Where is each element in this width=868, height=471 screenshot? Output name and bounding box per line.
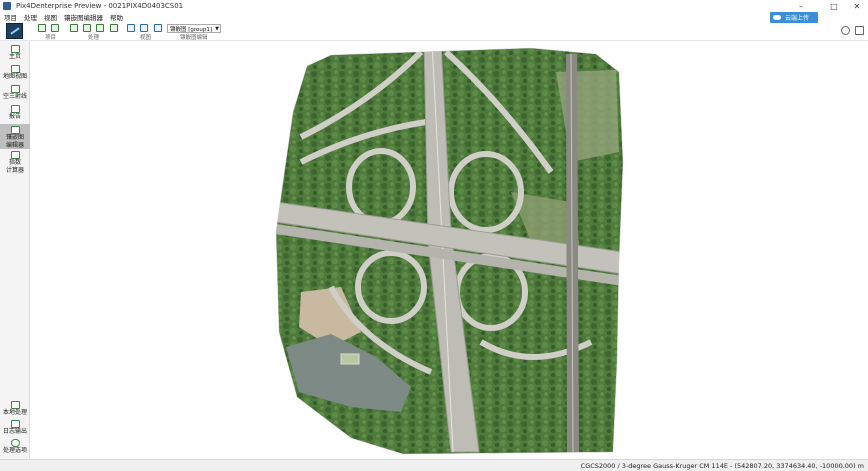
index-calculator-icon [10, 151, 20, 159]
process-step2-icon[interactable] [83, 24, 91, 32]
sidebar-item-index-calculator[interactable]: 指数 计算器 [0, 151, 30, 174]
zoom-out-icon[interactable] [140, 24, 148, 32]
log-output-icon [10, 420, 20, 428]
sidebar-item-label: 报告 [8, 113, 21, 120]
menu-help[interactable]: 帮助 [110, 12, 123, 22]
sidebar-item-map-view[interactable]: 地图视图 [0, 65, 30, 81]
mosaic-map-view[interactable] [31, 42, 868, 459]
mosaic-group-select[interactable]: 镶嵌图 [group1] ▼ [167, 24, 221, 33]
status-bar: CGCS2000 / 3-degree Gauss-Kruger CM 114E… [0, 459, 868, 471]
app-icon [3, 2, 11, 10]
zoom-fit-icon[interactable] [154, 24, 162, 32]
report-icon [10, 105, 20, 113]
sidebar-item-mosaic-editor[interactable]: 镶嵌图 编辑器 [0, 124, 30, 149]
sidebar-item-label: 指数 [8, 159, 21, 166]
title-bar: Pix4Denterprise Preview - 0021PIX4D0403C… [0, 0, 868, 12]
sidebar-item-label: 本地处理 [2, 409, 27, 416]
processing-options-icon [10, 439, 20, 447]
menu-process[interactable]: 处理 [24, 12, 37, 22]
close-button[interactable]: ✕ [846, 0, 868, 12]
mosaic-editor-icon [10, 126, 20, 134]
chevron-down-icon: ▼ [215, 26, 219, 32]
zoom-in-icon[interactable] [127, 24, 135, 32]
process-step1-icon[interactable] [70, 24, 78, 32]
minimize-button[interactable]: – [790, 0, 812, 12]
sidebar-item-label: 日志输出 [2, 428, 27, 435]
menu-bar: 项目 处理 视图 镶嵌图编辑器 帮助 [0, 12, 868, 22]
sidebar-item-label: 地图视图 [2, 73, 27, 80]
cloud-icon [773, 15, 781, 20]
process-step3-icon[interactable] [96, 24, 104, 32]
toolbar-group-process: 处理 [88, 35, 100, 41]
coordinate-readout: CGCS2000 / 3-degree Gauss-Kruger CM 114E… [580, 462, 864, 470]
sidebar-item-log-output[interactable]: 日志输出 [0, 420, 30, 436]
sidebar-item-label: 处理选项 [2, 447, 27, 454]
sidebar-item-label: 主页 [8, 53, 21, 60]
sidebar-item-label-2: 编辑器 [5, 141, 24, 149]
toolbar-group-view: 视图 [140, 35, 152, 41]
sidebar-item-report[interactable]: 报告 [0, 105, 30, 121]
maximize-button[interactable]: □ [823, 0, 845, 12]
mosaic-content [276, 48, 623, 454]
pix4d-logo [6, 23, 23, 39]
window-title: Pix4Denterprise Preview - 0021PIX4D0403C… [16, 2, 184, 10]
sidebar-item-label: 空三射线 [2, 93, 27, 100]
gcp-manager-icon[interactable] [51, 24, 59, 32]
orthomosaic-image [275, 47, 624, 455]
menu-project[interactable]: 项目 [4, 12, 17, 22]
toolbar-group-project: 项目 [45, 35, 57, 41]
toolbar-group-mosaic: 镶嵌图编辑 [180, 35, 208, 41]
sidebar-item-home[interactable]: 主页 [0, 45, 30, 61]
sidebar: 主页 地图视图 空三射线 报告 镶嵌图 编辑器 指数 计算器 本地处理 日志输出… [0, 41, 30, 459]
sidebar-item-ray-cloud[interactable]: 空三射线 [0, 85, 30, 101]
menu-mosaic-editor[interactable]: 镶嵌图编辑器 [64, 12, 103, 22]
user-icon[interactable] [841, 26, 850, 35]
open-project-icon[interactable] [38, 24, 46, 32]
local-processing-icon [10, 401, 20, 409]
map-view-icon [10, 65, 20, 73]
sidebar-item-local-processing[interactable]: 本地处理 [0, 401, 30, 417]
sidebar-item-label: 镶嵌图 [5, 134, 24, 141]
sidebar-item-processing-options[interactable]: 处理选项 [0, 439, 30, 455]
mosaic-group-value: 镶嵌图 [group1] [170, 26, 213, 33]
ray-cloud-icon [10, 85, 20, 93]
home-icon [10, 45, 20, 53]
process-options-icon[interactable] [110, 24, 118, 32]
cloud-upload-label: 云端上传 [785, 15, 810, 22]
toolbar: 项目 处理 视图 镶嵌图 [group1] ▼ 镶嵌图编辑 [0, 22, 868, 41]
panel-layout-icon[interactable] [855, 26, 864, 35]
menu-view[interactable]: 视图 [44, 12, 57, 22]
sidebar-item-label-2: 计算器 [5, 166, 24, 174]
